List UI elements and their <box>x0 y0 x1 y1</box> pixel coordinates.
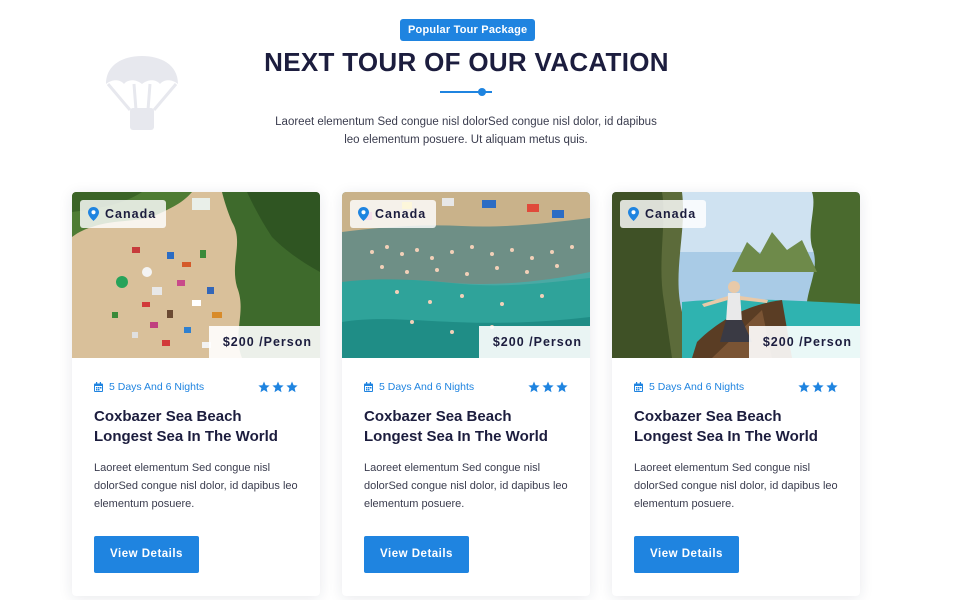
star-icon <box>286 381 298 393</box>
tour-image[interactable]: Canada $200 /Person <box>612 192 860 358</box>
location-tag: Canada <box>620 200 707 228</box>
tour-title[interactable]: Coxbazer Sea Beach Longest Sea In The Wo… <box>364 407 568 447</box>
location-label: Canada <box>105 207 157 221</box>
price-tag: $200 /Person <box>748 326 860 358</box>
duration-label: 5 Days And 6 Nights <box>109 381 205 393</box>
tour-title[interactable]: Coxbazer Sea Beach Longest Sea In The Wo… <box>634 407 838 447</box>
view-details-button[interactable]: View Details <box>634 536 739 573</box>
tour-duration: 5 Days And 6 Nights <box>634 381 744 393</box>
star-icon <box>528 381 540 393</box>
tour-duration: 5 Days And 6 Nights <box>94 381 204 393</box>
location-label: Canada <box>645 207 697 221</box>
tour-card: Canada $200 /Person 5 Days And 6 Nights <box>342 192 590 596</box>
calendar-icon <box>634 382 643 392</box>
tour-title[interactable]: Coxbazer Sea Beach Longest Sea In The Wo… <box>94 407 298 447</box>
star-rating <box>258 381 298 393</box>
page-title: NEXT TOUR OF OUR VACATION <box>264 47 669 77</box>
tour-image[interactable]: Canada $200 /Person <box>342 192 590 358</box>
star-icon <box>272 381 284 393</box>
location-tag: Canada <box>350 200 437 228</box>
view-details-button[interactable]: View Details <box>364 536 469 573</box>
star-icon <box>258 381 270 393</box>
tour-description: Laoreet elementum Sed congue nisl dolorS… <box>364 462 568 510</box>
star-icon <box>812 381 824 393</box>
map-pin-icon <box>88 207 99 221</box>
section-badge: Popular Tour Package <box>400 19 536 41</box>
star-icon <box>798 381 810 393</box>
location-label: Canada <box>375 207 427 221</box>
view-details-button[interactable]: View Details <box>94 536 199 573</box>
tour-duration: 5 Days And 6 Nights <box>364 381 474 393</box>
price-tag: $200 /Person <box>208 326 320 358</box>
title-divider <box>440 88 492 96</box>
price-tag: $200 /Person <box>478 326 590 358</box>
tour-description: Laoreet elementum Sed congue nisl dolorS… <box>634 462 838 510</box>
duration-label: 5 Days And 6 Nights <box>649 381 745 393</box>
star-icon <box>542 381 554 393</box>
calendar-icon <box>94 382 103 392</box>
section-description: Laoreet elementum Sed congue nisl dolorS… <box>275 116 657 146</box>
map-pin-icon <box>358 207 369 221</box>
star-icon <box>826 381 838 393</box>
map-pin-icon <box>628 207 639 221</box>
duration-label: 5 Days And 6 Nights <box>379 381 475 393</box>
star-rating <box>528 381 568 393</box>
tour-image[interactable]: Canada $200 /Person <box>72 192 320 358</box>
tour-card: Canada $200 /Person 5 Days And 6 Nights <box>612 192 860 596</box>
star-icon <box>556 381 568 393</box>
tour-card: Canada $200 /Person 5 Days And 6 Nights <box>72 192 320 596</box>
star-rating <box>798 381 838 393</box>
calendar-icon <box>364 382 373 392</box>
tour-description: Laoreet elementum Sed congue nisl dolorS… <box>94 462 298 510</box>
location-tag: Canada <box>80 200 167 228</box>
